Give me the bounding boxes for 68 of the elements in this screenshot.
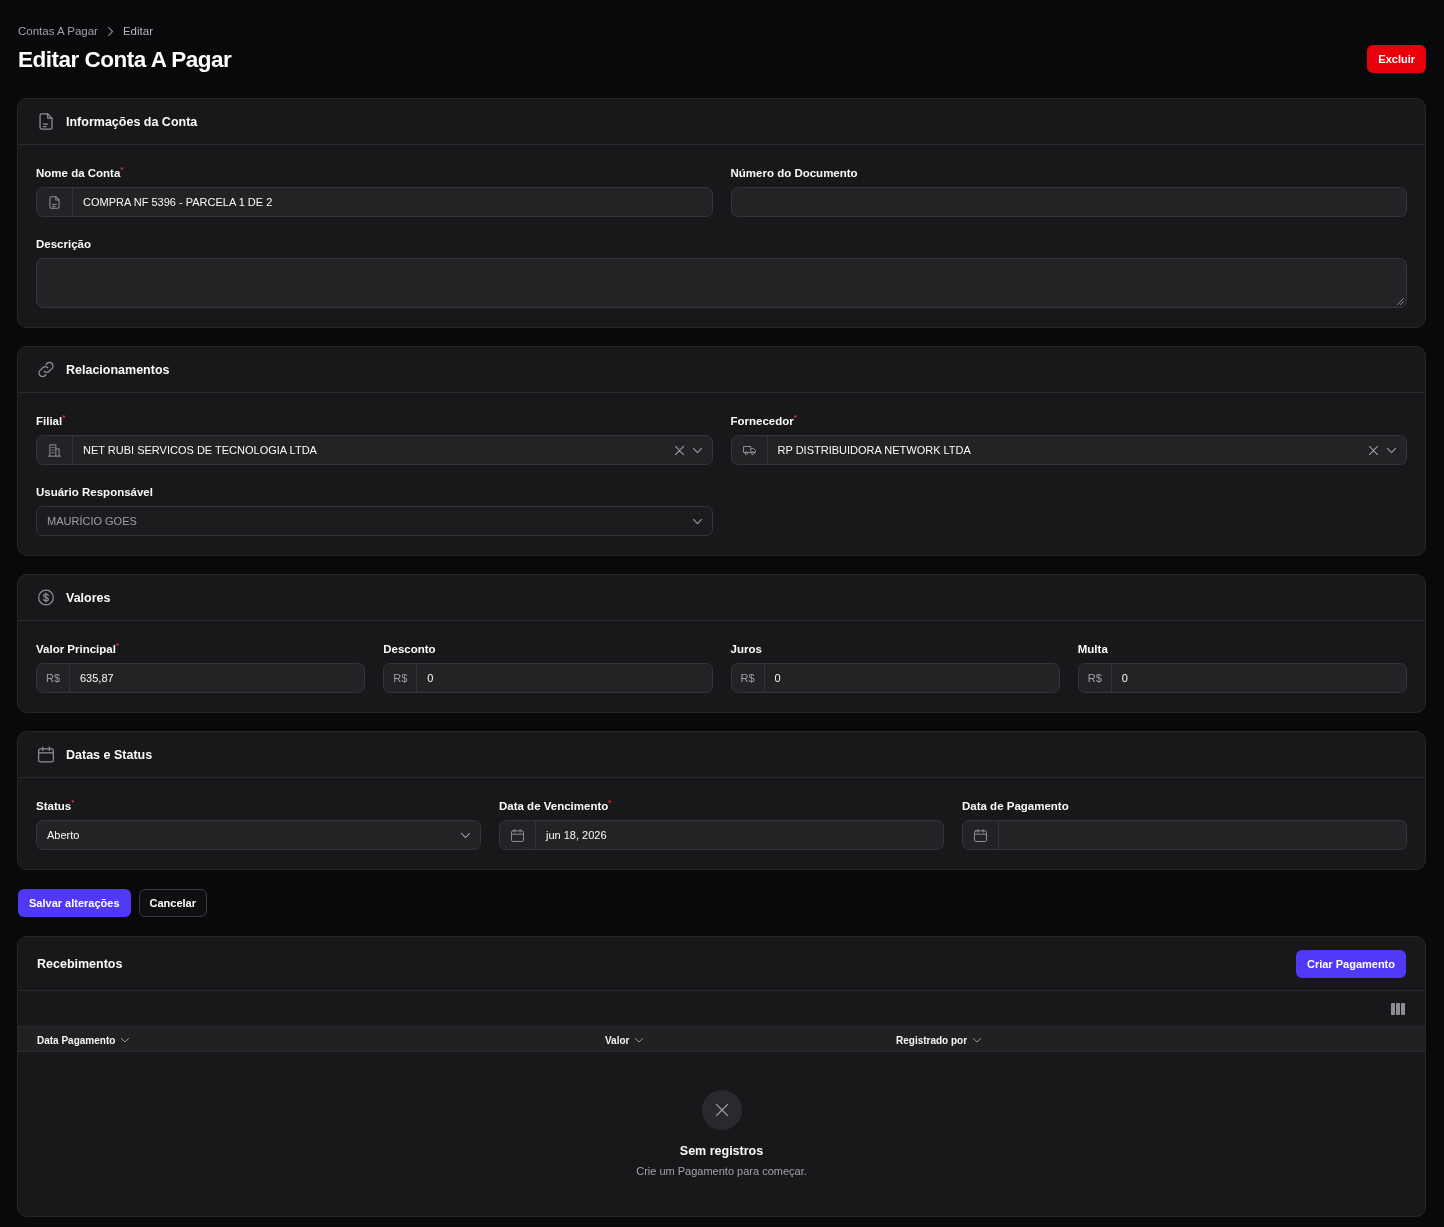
document-icon [48, 195, 61, 209]
section-title: Recebimentos [37, 956, 123, 971]
chevron-down-icon [461, 832, 470, 838]
field-label: Juros [730, 642, 763, 657]
breadcrumb-link[interactable]: Contas A Pagar [18, 23, 98, 39]
column-header[interactable]: Data Pagamento [37, 1035, 130, 1046]
currency-prefix: R$ [1078, 664, 1112, 692]
create-payment-button[interactable]: Criar Pagamento [1295, 949, 1406, 978]
chevron-down-icon [635, 1038, 644, 1043]
chevron-down-icon [692, 518, 702, 524]
dollar-icon [38, 589, 54, 606]
section-title: Informações da Conta [66, 114, 198, 129]
x-circle-icon [701, 1090, 742, 1130]
empty-state-title: Sem registros [679, 1143, 764, 1159]
page-title: Editar Conta A Pagar [18, 46, 232, 74]
currency-field[interactable]: R$ 0 [383, 663, 713, 693]
currency-field[interactable]: R$ 0 [730, 663, 1060, 693]
field-label: Número do Documento [730, 166, 859, 181]
section-title: Relacionamentos [66, 362, 170, 377]
column-header[interactable]: Registrado por [896, 1035, 982, 1046]
text-field[interactable] [730, 187, 1407, 217]
building-icon [48, 443, 61, 457]
date-field[interactable] [962, 820, 1407, 850]
field-label: Multa [1077, 642, 1109, 657]
field-label: Status$^{*}$ [36, 798, 76, 814]
field-label: Nome da Conta$^{*}$ [36, 165, 125, 181]
empty-state-text: Crie um Pagamento para começar. [636, 1164, 807, 1178]
save-button[interactable]: Salvar alterações [18, 889, 131, 917]
field-label: Usuário Responsável [36, 485, 154, 500]
chevron-down-icon [973, 1038, 982, 1043]
currency-prefix: R$ [731, 664, 765, 692]
field-label: Descrição [36, 237, 92, 252]
textarea-field[interactable] [36, 258, 1407, 308]
clear-icon[interactable] [674, 445, 684, 455]
currency-prefix: R$ [384, 664, 418, 692]
document-icon [38, 113, 54, 130]
cancel-button[interactable]: Cancelar [138, 889, 207, 917]
select-field[interactable]: Aberto [36, 820, 481, 850]
chevron-down-icon [692, 447, 702, 453]
select-field[interactable]: RP DISTRIBUIDORA NETWORK LTDA [730, 435, 1407, 465]
column-header[interactable]: Valor [605, 1035, 644, 1046]
truck-icon [742, 443, 756, 457]
calendar-icon [511, 828, 524, 842]
clear-icon[interactable] [1369, 445, 1378, 455]
currency-field[interactable]: R$ 0 [1077, 663, 1407, 693]
currency-field[interactable]: R$ 635,87 [36, 663, 366, 693]
currency-prefix: R$ [37, 664, 70, 692]
field-label: Valor Principal$^{*}$ [36, 641, 121, 657]
field-label: Fornecedor$^{*}$ [730, 413, 798, 429]
chevron-down-icon [1387, 447, 1396, 453]
select-field[interactable]: NET RUBI SERVICOS DE TECNOLOGIA LTDA [36, 435, 713, 465]
field-label: Desconto [383, 642, 437, 657]
resize-handle-icon[interactable] [1397, 298, 1404, 305]
field-label: Filial$^{*}$ [36, 413, 67, 429]
delete-button[interactable]: Excluir [1367, 45, 1426, 73]
columns-icon[interactable] [1391, 1002, 1405, 1015]
chevron-right-icon [107, 26, 113, 36]
link-icon [38, 361, 54, 378]
section-title: Datas e Status [66, 747, 153, 762]
calendar-icon [38, 746, 54, 763]
date-field[interactable]: jun 18, 2026 [499, 820, 944, 850]
section-title: Valores [66, 590, 111, 605]
text-field[interactable]: COMPRA NF 5396 - PARCELA 1 DE 2 [36, 187, 713, 217]
field-label: Data de Pagamento [962, 799, 1070, 814]
field-label: Data de Vencimento$^{*}$ [499, 798, 613, 814]
calendar-icon [974, 828, 987, 842]
breadcrumb-current: Editar [122, 24, 153, 39]
chevron-down-icon [121, 1038, 130, 1043]
